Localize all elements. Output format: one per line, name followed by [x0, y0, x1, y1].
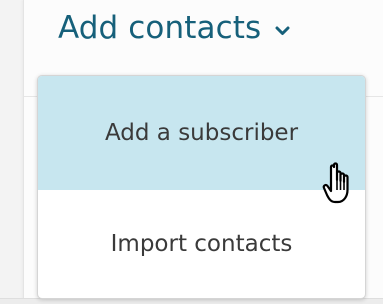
menu-item-label: Add a subscriber — [104, 120, 299, 146]
add-contacts-menu: Add a subscriber Import contacts — [37, 75, 366, 299]
add-contacts-label: Add contacts — [58, 10, 262, 46]
menu-item-import-contacts[interactable]: Import contacts — [38, 190, 365, 298]
hand-pointer-icon — [322, 161, 362, 207]
menu-item-label: Import contacts — [110, 231, 293, 257]
add-contacts-dropdown-button[interactable]: Add contacts — [58, 2, 290, 54]
screen: Add contacts Add a subscriber Import con… — [0, 0, 383, 304]
menu-item-add-subscriber[interactable]: Add a subscriber — [38, 76, 365, 190]
chevron-down-icon — [275, 26, 290, 36]
